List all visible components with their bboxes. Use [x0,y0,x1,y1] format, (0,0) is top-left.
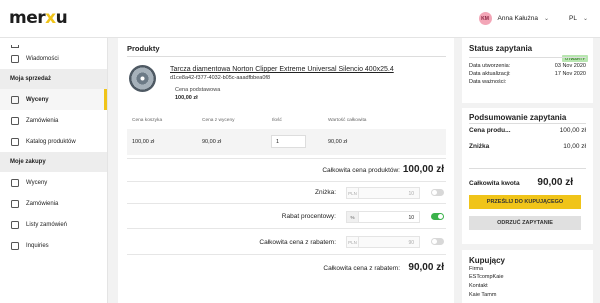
sidebar-section-sales: Moja sprzedaż [0,69,107,89]
sidebar-item-quotes[interactable]: Wyceny [0,89,107,110]
divider [127,203,446,204]
user-name[interactable]: Anna Kałużna [498,15,538,22]
summary-discount-value: 10,00 zł [563,143,586,150]
discounted-price-input[interactable]: PLN 90 [346,236,420,248]
col-quantity: Ilość [272,118,282,123]
products-card: Produkty Tarcza diamentowa Norton Clippe… [118,38,454,303]
chevron-down-icon[interactable]: ⌄ [544,15,549,22]
col-quote-price: Cena z wyceny [202,118,235,123]
orders-icon [11,199,19,208]
discount-value: 10 [408,191,414,197]
cell-total-value: 90,00 zł [328,139,348,145]
base-price-label: Cena podstawowa [175,87,221,93]
logo[interactable]: merxu [9,8,68,28]
buyers-panel: Kupujący Firma ESTcompKaie Kontakt Kaie … [462,250,593,303]
divider [127,158,446,159]
divider [127,228,446,229]
buyer-contact-value: Kaie Tamm [469,292,497,298]
top-bar: merxu KM Anna Kałużna ⌄ PL ⌄ [0,0,600,38]
total-amount-value: 90,00 zł [537,177,573,188]
summary-panel: Podsumowanie zapytania Cena produ... 100… [462,108,593,244]
divider [127,56,446,57]
discount-toggle[interactable] [431,189,444,196]
expiry-date-label: Data ważności: [469,79,507,85]
summary-products-value: 100,00 zł [559,127,586,134]
cell-basket-price: 100,00 zł [132,139,155,145]
product-name-link[interactable]: Tarcza diamentowa Norton Clipper Extreme… [170,66,394,73]
language-select[interactable]: PL [569,15,577,22]
col-basket-price: Cena koszyka [132,118,163,123]
sidebar-item-buy-orders[interactable]: Zamówienia [0,193,107,214]
product-id: d1ce8a42-f377-4032-b05c-aaadfbbea0f8 [170,75,270,81]
buyer-company-value: ESTcompKaie [469,274,504,280]
percent-value: 10 [408,215,414,221]
message-icon [11,54,19,63]
discounted-price-label: Całkowita cena z rabatem: [259,239,336,246]
avatar[interactable]: KM [478,12,492,25]
divider [469,57,586,58]
summary-title: Podsumowanie zapytania [469,113,567,122]
base-price-value: 100,00 zł [175,95,198,101]
sidebar: Wiadomości Moja sprzedaż Wyceny Zamówien… [0,38,108,303]
status-panel: Status zapytania OTWARTY Data utworzenia… [462,38,593,103]
sidebar-item-inquiries[interactable]: Inquiries [0,235,107,256]
quantity-input[interactable]: 1 [271,135,306,148]
divider [127,181,446,182]
discount-label: Zniżka: [315,189,336,196]
send-to-buyer-button[interactable]: PRZEŚLIJ DO KUPUJĄCEGO [469,195,581,209]
sidebar-clipped-icon [0,38,107,48]
col-total-value: Wartość całkowita [328,118,367,123]
list-icon [11,220,19,229]
reject-inquiry-button[interactable]: ODRZUĆ ZAPYTANIE [469,216,581,230]
created-date-value: 03 Nov 2020 [554,63,586,69]
final-price-label: Całkowita cena z rabatem: [323,265,400,272]
products-total-value: 100,00 zł [402,164,444,175]
total-amount-label: Całkowita kwota [469,180,520,187]
updated-date-label: Data aktualizacji: [469,71,511,77]
buyer-contact-label: Kontakt [469,283,488,289]
buyers-title: Kupujący [469,256,506,265]
calendar-icon [11,95,19,104]
products-total-label: Całkowita cena produktów: [322,167,400,174]
cell-quote-price: 90,00 zł [202,139,222,145]
discounted-price-value: 90 [408,240,414,246]
catalog-icon [11,137,19,146]
summary-products-label: Cena produ... [469,127,511,134]
discounted-price-toggle[interactable] [431,238,444,245]
final-price-value: 90,00 zł [408,262,444,273]
orders-icon [11,116,19,125]
percent-discount-label: Rabat procentowy: [281,213,336,220]
percent-discount-toggle[interactable] [431,213,444,220]
summary-discount-label: Zniżka [469,143,490,150]
sidebar-section-purchases: Moje zakupy [0,152,107,172]
product-image [129,65,156,92]
sidebar-item-order-lists[interactable]: Listy zamówień [0,214,107,235]
created-date-label: Data utworzenia: [469,63,511,69]
currency-label: PLN [347,188,359,198]
percent-discount-input[interactable]: % 10 [346,211,420,223]
buyer-company-label: Firma [469,266,484,272]
products-title: Produkty [127,44,160,53]
divider [127,254,446,255]
sidebar-item-orders[interactable]: Zamówienia [0,110,107,131]
chevron-down-icon[interactable]: ⌄ [583,15,588,22]
sidebar-item-buy-quotes[interactable]: Wyceny [0,172,107,193]
sidebar-item-messages[interactable]: Wiadomości [0,48,107,69]
divider [469,123,586,124]
calendar-icon [11,178,19,187]
percent-label: % [347,212,359,222]
user-menu[interactable]: KM Anna Kałużna ⌄ PL ⌄ [478,12,588,25]
discount-input[interactable]: PLN 10 [346,187,420,199]
sidebar-item-catalog[interactable]: Katalog produktów [0,131,107,152]
currency-label: PLN [347,237,359,247]
divider [469,168,586,169]
updated-date-value: 17 Nov 2020 [554,71,586,77]
inquiry-icon [11,241,19,250]
status-title: Status zapytania [469,44,533,53]
